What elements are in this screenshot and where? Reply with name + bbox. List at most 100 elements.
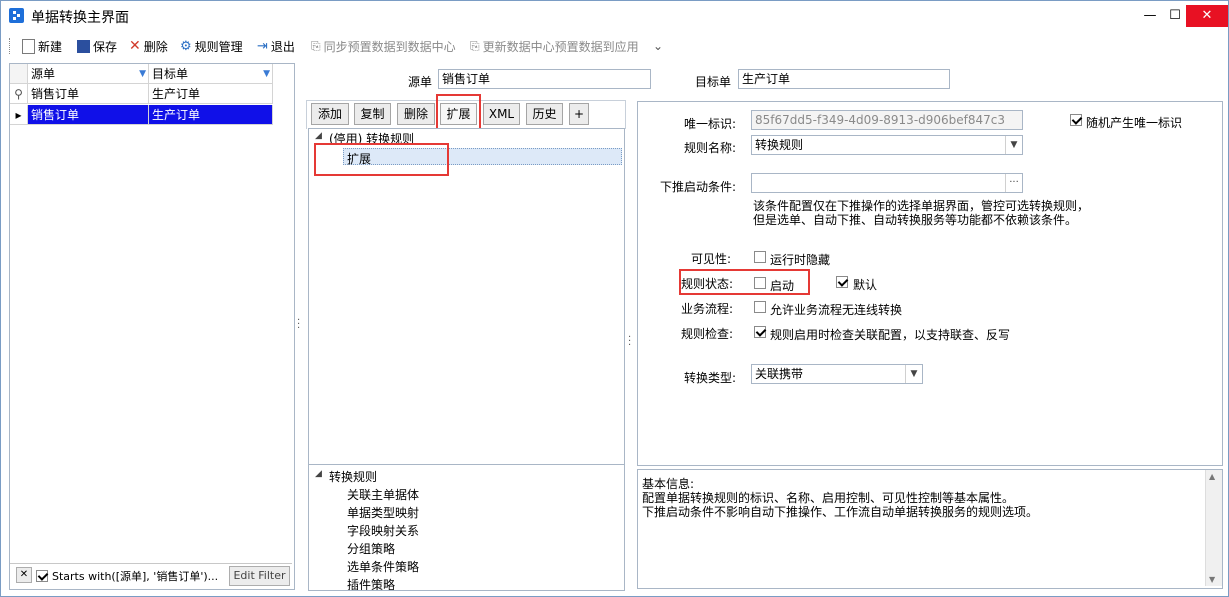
default-checkbox[interactable] [836, 276, 848, 288]
tree2-item[interactable]: 分组策略 [347, 540, 395, 557]
hide-runtime-label: 运行时隐藏 [770, 253, 831, 267]
tab-delete[interactable]: 删除 [397, 103, 435, 125]
update-icon: ⎘ [470, 38, 480, 53]
edit-filter-button[interactable]: Edit Filter [229, 566, 290, 586]
tree2-item[interactable]: 单据类型映射 [347, 504, 419, 521]
tab-copy[interactable]: 复制 [354, 103, 391, 125]
chevron-down-icon[interactable]: ▼ [1005, 136, 1022, 154]
exit-label: 退出 [270, 39, 295, 54]
highlight-box [314, 143, 449, 176]
grid-corner [10, 64, 28, 84]
filter-enable-checkbox[interactable] [36, 570, 48, 582]
tree2-item[interactable]: 关联主单据体 [347, 486, 419, 503]
row-indicator-icon: ▸ [10, 105, 28, 125]
delete-button[interactable]: ✕ 删除 [129, 37, 168, 55]
visible-label: 可见性: [691, 252, 732, 266]
toolbar: 新建 保存 ✕ 删除 ⚙ 规则管理 ⇥ 退出 ⎘ 同步预置数据到数据中心 ⎘ 更… [5, 34, 1225, 58]
sync-preset-label: 同步预置数据到数据中心 [323, 39, 456, 54]
source-label: 源单 [408, 75, 433, 89]
rule-manage-button[interactable]: ⚙ 规则管理 [180, 37, 243, 55]
tab-xml[interactable]: XML [483, 103, 520, 125]
info-scrollbar[interactable]: ▲ ▼ [1205, 470, 1222, 586]
target-field[interactable]: 生产订单 [738, 69, 950, 89]
push-note-line2: 但是选单、自动下推、自动转换服务等功能都不依赖该条件。 [753, 213, 1078, 227]
allow-flow-label: 允许业务流程无连线转换 [770, 303, 903, 317]
convert-type-dropdown[interactable]: 关联携带 ▼ [751, 364, 923, 384]
rule-manage-label: 规则管理 [194, 39, 243, 54]
rule-name-label: 规则名称: [684, 141, 737, 155]
rule-name-value: 转换规则 [755, 138, 804, 152]
check-label: 规则检查: [681, 327, 734, 341]
hide-runtime-checkbox[interactable] [754, 251, 766, 263]
check-association-label: 规则启用时检查关联配置，以支持联查、反写 [770, 328, 1011, 342]
table-row-target[interactable]: 生产订单 [149, 105, 273, 125]
update-preset-button[interactable]: ⎘ 更新数据中心预置数据到应用 [470, 37, 639, 55]
exit-icon: ⇥ [257, 38, 268, 54]
more-dropdown-icon[interactable]: ⌄ [653, 37, 663, 55]
check-association-checkbox[interactable] [754, 326, 766, 338]
new-button[interactable]: 新建 [22, 37, 62, 55]
filter-funnel-icon[interactable]: ▼ [263, 64, 270, 84]
exit-button[interactable]: ⇥ 退出 [257, 37, 295, 55]
collapse-triangle-icon[interactable]: ◢ [315, 469, 322, 479]
rule-name-dropdown[interactable]: 转换规则 ▼ [751, 135, 1023, 155]
floppy-icon [77, 39, 90, 53]
rule-config-tree: ◢ 转换规则 关联主单据体 单据类型映射 字段映射关系 分组策略 选单条件策略 … [308, 464, 625, 591]
rule-tree: ◢ (停用) 转换规则 扩展 [308, 128, 625, 465]
source-field[interactable]: 销售订单 [438, 69, 651, 89]
push-cond-field[interactable]: ··· [751, 173, 1023, 193]
splitter-grip[interactable]: · · · [628, 333, 631, 351]
window-title: 单据转换主界面 [31, 10, 129, 26]
column-header-target[interactable]: 目标单 ▼ [149, 64, 273, 84]
splitter-grip[interactable]: · · · [297, 316, 300, 334]
tree2-item[interactable]: 插件策略 [347, 576, 395, 590]
minimize-button[interactable]: — [1136, 5, 1164, 27]
toolbar-grip [9, 38, 12, 54]
flow-label: 业务流程: [681, 302, 734, 316]
new-label: 新建 [38, 39, 63, 54]
tree2-item[interactable]: 选单条件策略 [347, 558, 419, 575]
ellipsis-button[interactable]: ··· [1005, 174, 1022, 192]
info-line3: 下推启动条件不影响自动下推操作、工作流自动单据转换服务的规则选项。 [642, 505, 1039, 519]
update-preset-label: 更新数据中心预置数据到应用 [482, 39, 639, 54]
target-label: 目标单 [695, 75, 732, 89]
new-document-icon [22, 38, 35, 54]
filter-bar: ✕ Starts with([源单], '销售订单')... Edit Filt… [10, 563, 292, 588]
filter-text: Starts with([源单], '销售订单')... [52, 570, 219, 583]
column-target-label: 目标单 [152, 67, 189, 81]
app-icon [9, 8, 24, 23]
maximize-button[interactable]: ☐ [1164, 5, 1186, 27]
save-button[interactable]: 保存 [77, 37, 117, 55]
collapse-triangle-icon[interactable]: ◢ [315, 131, 322, 141]
filter-cell-source[interactable]: 销售订单 [28, 84, 149, 104]
close-button[interactable]: ✕ [1186, 5, 1228, 27]
filter-cell-target[interactable]: 生产订单 [149, 84, 273, 104]
uid-field[interactable]: 85f67dd5-f349-4d09-8913-d906bef847c3 [751, 110, 1023, 130]
tab-plus-button[interactable]: + [569, 103, 589, 125]
highlight-box [679, 269, 810, 295]
table-row-source[interactable]: 销售订单 [28, 105, 149, 125]
random-uid-checkbox[interactable] [1070, 114, 1082, 126]
scroll-down-icon[interactable]: ▼ [1209, 575, 1215, 584]
scroll-up-icon[interactable]: ▲ [1209, 472, 1215, 481]
push-cond-label: 下推启动条件: [660, 180, 737, 194]
highlight-box [436, 94, 481, 131]
clear-filter-icon[interactable]: ✕ [16, 567, 32, 583]
tree2-item[interactable]: 字段映射关系 [347, 522, 419, 539]
tab-add[interactable]: 添加 [311, 103, 349, 125]
title-bar: 单据转换主界面 — ☐ ✕ [1, 1, 1228, 31]
chevron-down-icon[interactable]: ▼ [905, 365, 922, 383]
filter-funnel-icon[interactable]: ▼ [139, 64, 146, 84]
info-panel: 基本信息: 配置单据转换规则的标识、名称、启用控制、可见性控制等基本属性。 下推… [637, 469, 1223, 589]
column-source-label: 源单 [31, 67, 56, 81]
sync-preset-button[interactable]: ⎘ 同步预置数据到数据中心 [311, 37, 456, 55]
allow-flow-checkbox[interactable] [754, 301, 766, 313]
random-uid-label: 随机产生唯一标识 [1086, 116, 1183, 130]
column-header-source[interactable]: 源单 ▼ [28, 64, 149, 84]
tab-history[interactable]: 历史 [526, 103, 563, 125]
uid-label: 唯一标识: [684, 117, 737, 131]
delete-label: 删除 [143, 39, 168, 54]
tree2-root-node[interactable]: 转换规则 [329, 468, 377, 485]
default-label: 默认 [853, 278, 878, 292]
rule-manage-icon: ⚙ [180, 38, 192, 54]
